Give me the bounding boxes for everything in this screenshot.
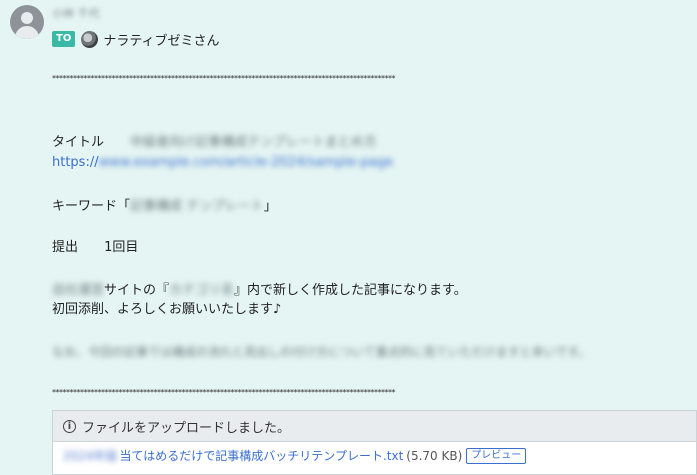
sender-name[interactable]: 小林 千代: [52, 7, 100, 21]
file-name-link[interactable]: 当てはめるだけで記事構成バッチリテンプレート.txt: [120, 447, 404, 464]
to-badge: TO: [52, 31, 76, 47]
keyword-line: キーワード「記事構成 テンプレート」: [52, 199, 277, 215]
keyword-close: 」: [263, 199, 277, 214]
avatar-body-shape: [15, 26, 39, 39]
separator-bottom: ****************************************…: [52, 388, 396, 397]
paragraph-1-text-a: サイトの『: [104, 283, 170, 298]
attachment-header: i ファイルをアップロードしました。: [53, 411, 696, 442]
attachment-notice: ファイルをアップロードしました。: [82, 420, 291, 436]
paragraph-1-blurred-2: カテゴリ名: [169, 283, 235, 298]
file-name-prefix[interactable]: 2024年版: [63, 447, 118, 464]
paragraph-1: 自社運営サイトの『カテゴリ名』内で新しく作成した記事になります。: [52, 283, 467, 299]
recipient-avatar[interactable]: [81, 30, 99, 48]
paragraph-2: 初回添削、よろしくお願いいたします♪: [52, 302, 282, 317]
recipient-row: TO ナラティブゼミさん: [52, 30, 220, 49]
submit-label: 提出: [52, 240, 79, 255]
submit-value: 1回目: [104, 240, 139, 255]
submit-line: 提出 1回目: [52, 240, 138, 256]
link-line[interactable]: https://www.example.com/article-2024/sam…: [52, 155, 393, 171]
title-line: タイトル 中級者向け記事構成テンプレートまとめ方: [52, 135, 377, 151]
paragraph-1-text-b: 』内で新しく作成した記事になります。: [234, 283, 467, 298]
title-value: 中級者向け記事構成テンプレートまとめ方: [130, 135, 377, 150]
title-label: タイトル: [52, 135, 105, 150]
keyword-open: キーワード「: [52, 199, 131, 214]
sender-avatar[interactable]: [10, 5, 44, 39]
link-prefix[interactable]: https://: [52, 155, 99, 170]
separator-top: ****************************************…: [52, 74, 396, 83]
preview-button[interactable]: プレビュー: [466, 447, 527, 464]
keyword-value: 記事構成 テンプレート: [130, 199, 264, 214]
info-icon: i: [63, 419, 76, 433]
attachment-box: i ファイルをアップロードしました。 2024年版 当てはめるだけで記事構成バッチ…: [52, 410, 697, 475]
recipient-name[interactable]: ナラティブゼミさん: [103, 30, 219, 49]
avatar-head-shape: [21, 12, 33, 24]
link-url[interactable]: www.example.com/article-2024/sample-page: [99, 155, 393, 170]
paragraph-1-blurred: 自社運営: [52, 283, 105, 298]
file-size: (5.70 KB): [406, 448, 463, 463]
attachment-file-row: 2024年版 当てはめるだけで記事構成バッチリテンプレート.txt (5.70 K…: [53, 442, 696, 464]
paragraph-3: なお、今回の記事では構成の流れと見出しの付け方について重点的に見ていただけますと…: [52, 345, 591, 359]
